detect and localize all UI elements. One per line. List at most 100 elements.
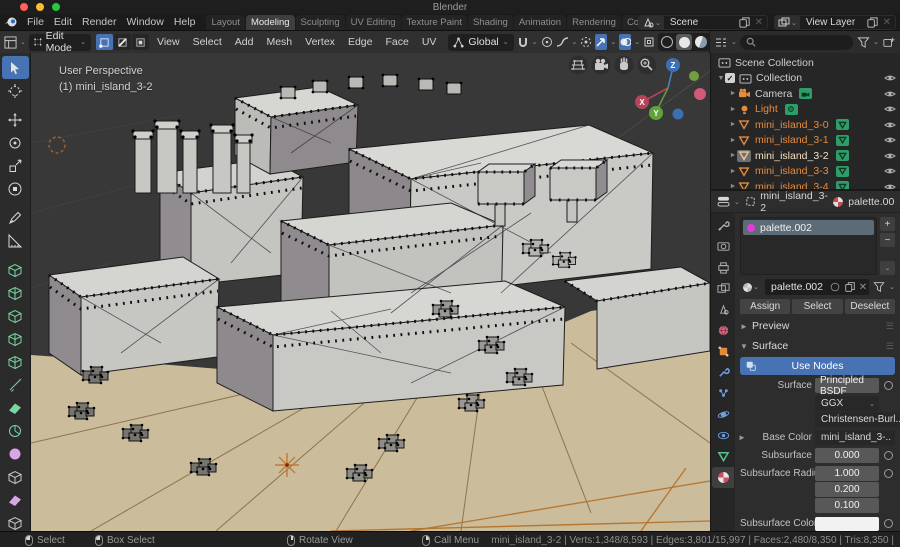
- tool-select-box[interactable]: [1, 56, 29, 79]
- outliner-row-mini-island-3-3[interactable]: ► mini_island_3-3: [711, 164, 900, 180]
- transform-orientation-dropdown[interactable]: Global ⌄: [448, 33, 514, 51]
- radius-z-slider[interactable]: 0.100: [815, 498, 879, 513]
- menu-select[interactable]: Select: [188, 36, 227, 48]
- tool-smooth[interactable]: [2, 442, 29, 465]
- material-slot-item[interactable]: palette.002: [743, 220, 874, 235]
- properties-editor-type-icon[interactable]: [717, 195, 730, 209]
- expand-icon[interactable]: ►: [729, 106, 737, 113]
- copy-material-icon[interactable]: [844, 281, 856, 293]
- expand-icon[interactable]: ►: [729, 137, 737, 144]
- outliner-display-mode-icon[interactable]: [714, 35, 728, 49]
- tab-sculpting[interactable]: Sculpting: [295, 15, 345, 30]
- surface-shader-field[interactable]: Principled BSDF: [815, 375, 879, 397]
- use-nodes-button[interactable]: Use Nodes: [740, 357, 895, 375]
- radius-y-slider[interactable]: 0.200: [815, 482, 879, 497]
- mesh-data-badge[interactable]: [835, 181, 849, 189]
- camera-data-badge[interactable]: [799, 88, 813, 100]
- tool-inset-faces[interactable]: [2, 304, 29, 327]
- subsurface-slider[interactable]: 0.000: [815, 448, 879, 463]
- eye-icon[interactable]: [884, 183, 896, 189]
- zoom-window-button[interactable]: [52, 3, 60, 11]
- mesh-data-badge[interactable]: [835, 165, 849, 177]
- eye-icon[interactable]: [884, 105, 896, 113]
- edge-select-mode-button[interactable]: [114, 34, 132, 50]
- unlink-scene-icon[interactable]: ✕: [753, 17, 767, 28]
- menu-face[interactable]: Face: [380, 36, 413, 48]
- outliner-row-mini-island-3-1[interactable]: ► mini_island_3-1: [711, 133, 900, 149]
- material-specials-icon[interactable]: [872, 280, 886, 294]
- collection-checkbox[interactable]: ✓: [725, 73, 735, 84]
- subsurface-method-dropdown[interactable]: Christensen-Burl..⌄: [815, 412, 900, 427]
- new-collection-icon[interactable]: [882, 35, 896, 49]
- outliner-row-collection[interactable]: ▼ ✓ Collection: [711, 71, 900, 87]
- tab-particles[interactable]: [712, 383, 734, 404]
- fake-user-icon[interactable]: [829, 281, 841, 293]
- view-layer-name[interactable]: View Layer: [800, 17, 864, 28]
- mode-dropdown[interactable]: Edit Mode ⌄: [28, 30, 92, 54]
- scene-selector[interactable]: ⌄ Scene ✕: [638, 15, 768, 30]
- tool-poly-build[interactable]: [2, 396, 29, 419]
- expand-icon[interactable]: ►: [729, 152, 737, 159]
- tab-world[interactable]: [712, 320, 734, 341]
- tab-material[interactable]: [712, 467, 734, 488]
- unlink-material-icon[interactable]: ✕: [859, 282, 867, 293]
- distribution-dropdown[interactable]: GGX ⌄: [815, 396, 879, 411]
- tab-animation[interactable]: Animation: [513, 15, 567, 30]
- tab-scene[interactable]: [712, 299, 734, 320]
- base-color-field[interactable]: mini_island_3-..: [815, 430, 896, 445]
- scene-name[interactable]: Scene: [664, 17, 736, 28]
- menu-mesh[interactable]: Mesh: [261, 36, 297, 48]
- tab-object[interactable]: [712, 341, 734, 362]
- eye-icon[interactable]: [884, 121, 896, 129]
- menu-add[interactable]: Add: [230, 36, 259, 48]
- eye-icon[interactable]: [884, 90, 896, 98]
- menu-edit[interactable]: Edit: [49, 14, 77, 30]
- tool-cursor[interactable]: [2, 79, 29, 102]
- mesh-data-badge[interactable]: [835, 119, 849, 131]
- tab-constraints[interactable]: [712, 425, 734, 446]
- tool-edge-slide[interactable]: [2, 465, 29, 488]
- pivot-point-icon[interactable]: [580, 34, 592, 50]
- mesh-data-badge[interactable]: [835, 150, 849, 162]
- tool-add-cube[interactable]: [2, 258, 29, 281]
- snap-magnet-icon[interactable]: [517, 34, 529, 50]
- expand-icon[interactable]: ►: [729, 121, 737, 128]
- tab-shading[interactable]: Shading: [467, 15, 513, 30]
- outliner-row-camera[interactable]: ► Camera: [711, 86, 900, 102]
- tool-loop-cut[interactable]: [2, 350, 29, 373]
- add-slot-button[interactable]: +: [880, 217, 895, 231]
- menu-view[interactable]: View: [152, 36, 185, 48]
- tab-view-layer[interactable]: [712, 278, 734, 299]
- tab-render[interactable]: [712, 236, 734, 257]
- slot-specials-button[interactable]: ⌄: [880, 261, 895, 275]
- expand-icon[interactable]: ▼: [717, 75, 725, 82]
- tool-measure[interactable]: [2, 229, 29, 252]
- eye-icon[interactable]: [884, 167, 896, 175]
- light-data-badge[interactable]: [784, 103, 798, 115]
- browse-material-button[interactable]: ⌄: [740, 279, 762, 295]
- tab-modifiers[interactable]: [712, 362, 734, 383]
- eye-icon[interactable]: [884, 136, 896, 144]
- eye-icon[interactable]: [884, 74, 896, 82]
- remove-slot-button[interactable]: −: [880, 233, 895, 247]
- tab-tool[interactable]: [712, 215, 734, 236]
- tab-compositing[interactable]: Compositing: [621, 15, 638, 30]
- tab-output[interactable]: [712, 257, 734, 278]
- breadcrumb-object[interactable]: mini_island_3-2: [760, 190, 828, 214]
- assign-button[interactable]: Assign: [740, 299, 791, 314]
- menu-file[interactable]: File: [22, 14, 49, 30]
- tool-extrude-region[interactable]: [2, 281, 29, 304]
- animate-dot-icon[interactable]: [884, 469, 893, 478]
- tool-scale[interactable]: [2, 154, 29, 177]
- menu-help[interactable]: Help: [169, 14, 201, 30]
- outliner-row-scene-collection[interactable]: Scene Collection: [711, 55, 900, 71]
- editor-type-icon[interactable]: [4, 35, 17, 49]
- tab-layout[interactable]: Layout: [206, 15, 245, 30]
- tab-object-data[interactable]: [712, 446, 734, 467]
- animate-dot-icon[interactable]: [884, 519, 893, 528]
- menu-vertex[interactable]: Vertex: [300, 36, 340, 48]
- new-scene-icon[interactable]: [736, 16, 753, 29]
- tool-move[interactable]: [2, 108, 29, 131]
- wireframe-shading-icon[interactable]: [661, 36, 674, 48]
- scene-icon[interactable]: ⌄: [639, 16, 664, 29]
